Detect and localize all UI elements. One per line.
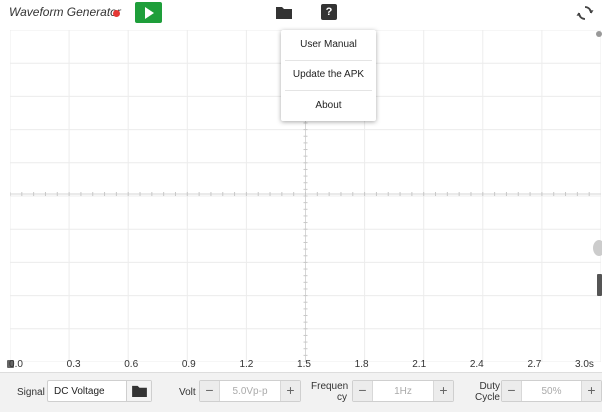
frequency-value: 1Hz: [394, 386, 412, 397]
signal-folder-button[interactable]: [126, 381, 151, 401]
duty-cycle-stepper[interactable]: − 50% +: [501, 380, 602, 402]
time-tick-label: 2.7: [527, 359, 542, 370]
time-tick-label: 1.8: [354, 359, 369, 370]
play-button[interactable]: [135, 2, 162, 23]
time-tick-label: 1.2: [239, 359, 254, 370]
alert-dot-icon: [113, 10, 120, 17]
volt-minus-button[interactable]: −: [200, 381, 220, 401]
menu-item-update-apk[interactable]: Update the APK: [281, 60, 376, 90]
help-icon: ?: [325, 6, 333, 18]
time-tick-label: 2.4: [469, 359, 484, 370]
time-tick-label: 0.0: [9, 359, 23, 370]
app-title: Waveform Generator: [9, 5, 121, 19]
signal-value: DC Voltage: [54, 386, 105, 397]
folder-icon[interactable]: [276, 6, 292, 19]
time-tick-label: 3.0s: [574, 359, 594, 370]
duty-plus-button[interactable]: +: [581, 381, 601, 401]
graph-corner-handle[interactable]: [596, 31, 602, 37]
duty-minus-button[interactable]: −: [502, 381, 522, 401]
frequency-minus-button[interactable]: −: [353, 381, 373, 401]
volt-label: Volt: [179, 387, 196, 398]
help-button[interactable]: ?: [321, 4, 337, 20]
menu-item-user-manual[interactable]: User Manual: [281, 30, 376, 60]
help-menu: User Manual Update the APK About: [281, 30, 376, 121]
side-panel-handle[interactable]: [593, 240, 602, 256]
signal-label: Signal: [17, 387, 45, 398]
frequency-plus-button[interactable]: +: [433, 381, 453, 401]
menu-item-about[interactable]: About: [281, 91, 376, 121]
time-tick-label: 0.9: [181, 359, 196, 370]
side-panel-tab[interactable]: [597, 274, 602, 296]
time-tick-label: 0.6: [124, 359, 139, 370]
top-toolbar: Waveform Generator ?: [0, 0, 602, 26]
duty-cycle-label: Duty Cycle: [474, 381, 500, 403]
time-tick-label: 1.5: [297, 359, 311, 370]
frequency-stepper[interactable]: − 1Hz +: [352, 380, 454, 402]
refresh-icon[interactable]: [576, 4, 594, 22]
time-tick-label: 2.1: [412, 359, 427, 370]
volt-plus-button[interactable]: +: [280, 381, 300, 401]
duty-value: 50%: [541, 386, 562, 397]
folder-icon: [132, 385, 147, 397]
volt-stepper[interactable]: − 5.0Vp-p +: [199, 380, 301, 402]
time-tick-label: 0.3: [66, 359, 81, 370]
frequency-label: Frequen cy: [311, 381, 349, 403]
time-axis: 0.0 0.3 0.6 0.9 1.2 1.5 1.8 2.1 2.4 2.7 3.0s: [0, 359, 602, 371]
signal-select[interactable]: DC Voltage: [47, 380, 152, 402]
volt-value: 5.0Vp-p: [232, 386, 268, 397]
